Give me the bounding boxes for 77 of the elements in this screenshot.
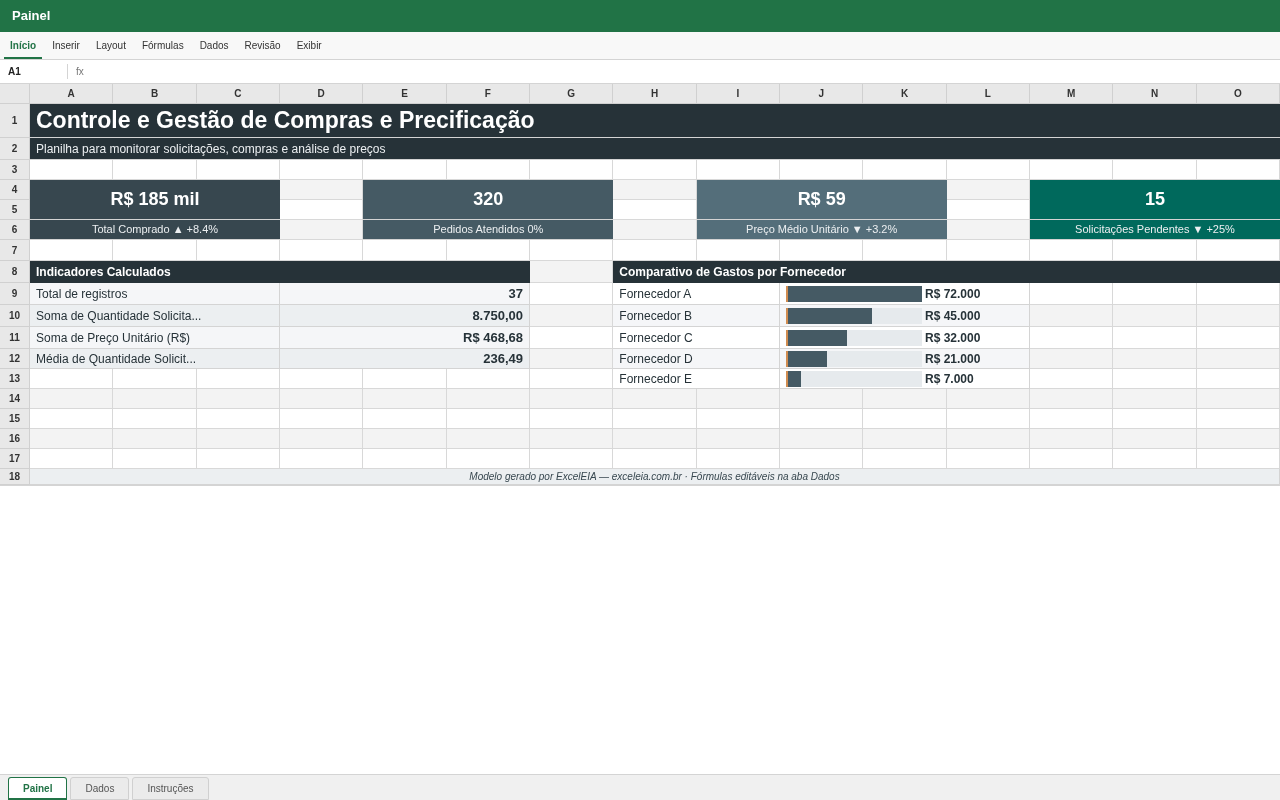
column-header: M: [1030, 84, 1114, 104]
row-number: 1: [0, 104, 30, 138]
ribbon-tab[interactable]: Fórmulas: [135, 33, 190, 59]
supplier-name: Fornecedor A: [613, 283, 780, 305]
supplier-amount: R$ 32.000: [925, 329, 981, 347]
indicator-label: Soma de Preço Unitário (R$): [30, 327, 280, 349]
ribbon-tab[interactable]: Exibir: [290, 33, 328, 59]
column-header: I: [696, 84, 780, 104]
section-header: Indicadores Calculados: [30, 261, 530, 283]
indicator-label: Total de registros: [30, 283, 280, 305]
supplier-name: Fornecedor E: [613, 369, 780, 389]
sheet-subtitle: Planilha para monitorar solicitações, compras e análise de preços: [30, 138, 1280, 160]
kpi-value: 320: [363, 180, 614, 220]
column-header: L: [946, 84, 1030, 104]
row-number: 4: [0, 180, 30, 200]
row-number: 3: [0, 160, 30, 180]
supplier-name: Fornecedor B: [613, 305, 780, 327]
column-header: E: [363, 84, 447, 104]
sheet-tab[interactable]: Instruções: [132, 777, 209, 800]
ribbon-tab[interactable]: Layout: [89, 33, 132, 59]
row-number: 13: [0, 369, 30, 389]
ribbon-tab[interactable]: Dados: [193, 33, 235, 59]
kpi-value: R$ 59: [696, 180, 947, 220]
row-number: 12: [0, 349, 30, 369]
sheet-title: Controle e Gestão de Compras e Precificação: [30, 104, 1280, 138]
column-header: H: [613, 84, 697, 104]
function-label: fx: [75, 65, 85, 79]
kpi-value: 15: [1030, 180, 1280, 220]
row-number: 10: [0, 305, 30, 327]
supplier-amount: R$ 72.000: [925, 285, 981, 303]
title-bar: Painel: [0, 0, 1280, 32]
row-number: 9: [0, 283, 30, 305]
row-number: 18: [0, 469, 30, 485]
row-number: 11: [0, 327, 30, 349]
column-header: B: [113, 84, 197, 104]
row-number: 2: [0, 138, 30, 160]
column-header: A: [30, 84, 114, 104]
kpi-label: Solicitações Pendentes ▼ +25%: [1030, 220, 1280, 240]
column-header: C: [196, 84, 280, 104]
supplier-name: Fornecedor D: [613, 349, 780, 369]
section-header: Comparativo de Gastos por Fornecedor: [613, 261, 1280, 283]
row-number: 15: [0, 409, 30, 429]
column-header: D: [280, 84, 364, 104]
cell-reference[interactable]: A1: [0, 64, 68, 79]
row-number: 17: [0, 449, 30, 469]
supplier-amount: R$ 21.000: [925, 350, 981, 368]
indicator-value: 236,49: [280, 349, 530, 369]
row-number: 16: [0, 429, 30, 449]
indicator-label: Média de Quantidade Solicit...: [30, 349, 280, 369]
row-number: 8: [0, 261, 30, 283]
kpi-value: R$ 185 mil: [30, 180, 280, 220]
supplier-name: Fornecedor C: [613, 327, 780, 349]
kpi-label: Preço Médio Unitário ▼ +3.2%: [696, 220, 947, 240]
row-number: 14: [0, 389, 30, 409]
column-header: K: [863, 84, 947, 104]
indicator-label: Soma de Quantidade Solicita...: [30, 305, 280, 327]
sheet-tab[interactable]: Painel: [8, 777, 68, 800]
ribbon-tab[interactable]: Inserir: [46, 33, 86, 59]
supplier-amount: R$ 7.000: [925, 370, 974, 388]
column-header: J: [780, 84, 864, 104]
indicator-value: 8.750,00: [280, 305, 530, 327]
supplier-amount: R$ 45.000: [925, 307, 981, 325]
column-header: G: [530, 84, 614, 104]
sheet-tab[interactable]: Dados: [70, 777, 130, 800]
column-header: F: [446, 84, 530, 104]
kpi-label: Total Comprado ▲ +8.4%: [30, 220, 280, 240]
footer-note: Modelo gerado por ExcelEIA — exceleia.com.br · Fórmulas editáveis na aba Dados: [30, 469, 1280, 485]
ribbon-tab[interactable]: Revisão: [238, 33, 287, 59]
row-number: 6: [0, 220, 30, 240]
indicator-value: 37: [280, 283, 530, 305]
row-number: 5: [0, 200, 30, 220]
column-header: O: [1196, 84, 1280, 104]
select-all-corner[interactable]: [0, 84, 30, 104]
column-header: N: [1113, 84, 1197, 104]
kpi-label: Pedidos Atendidos 0%: [363, 220, 614, 240]
indicator-value: R$ 468,68: [280, 327, 530, 349]
row-number: 7: [0, 240, 30, 261]
